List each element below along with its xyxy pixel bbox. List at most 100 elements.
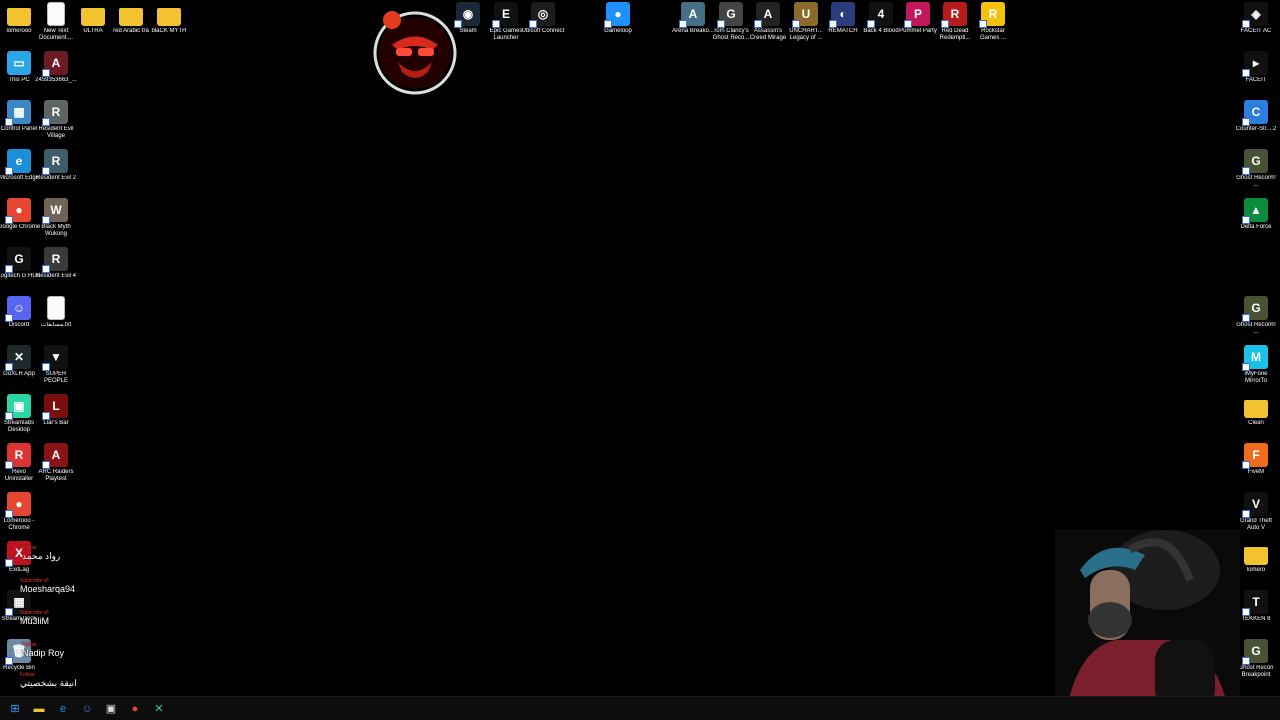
app-icon: R bbox=[5, 443, 31, 469]
desktop-icon-super-people[interactable]: ▼ SUPER PEOPLE bbox=[37, 345, 75, 385]
desktop-icon-label: Counter-Str... 2 bbox=[1235, 126, 1277, 132]
desktop-icon-lomerooo[interactable]: lomerooo bbox=[0, 2, 38, 35]
desktop-icon-label: lomero bbox=[1246, 567, 1266, 573]
desktop-icon-unchart-legacy-of[interactable]: U UNCHART... Legacy of ... bbox=[787, 2, 825, 42]
desktop-icon-pummel-party[interactable]: P Pummel Party bbox=[899, 2, 937, 35]
app-icon: R bbox=[42, 100, 68, 126]
shortcut-arrow-icon bbox=[941, 20, 949, 28]
desktop-icon-assassin-s-creed-mirage[interactable]: A Assassin's Creed Mirage bbox=[749, 2, 787, 42]
desktop-icon-goxlr-app[interactable]: ✕ GoXLR App bbox=[0, 345, 38, 378]
app-icon: V bbox=[1242, 492, 1268, 518]
shortcut-arrow-icon bbox=[42, 363, 50, 371]
desktop-icon-counter-str-2[interactable]: C Counter-Str... 2 bbox=[1235, 100, 1277, 133]
desktop-icon-label: Resident Evil Village bbox=[38, 126, 74, 139]
desktop-icon-ghost-recon-breakpoint[interactable]: G Ghost Recon Breakpoint bbox=[1237, 639, 1275, 679]
folder-icon bbox=[157, 8, 181, 26]
desktop-icon-grand-theft-auto-v[interactable]: V Grand Theft Auto V bbox=[1237, 492, 1275, 532]
desktop-icon-txt[interactable]: مسابقات.txt bbox=[37, 296, 75, 329]
desktop-icon-ultra[interactable]: ULTRA bbox=[74, 2, 112, 35]
app-icon: ▸ bbox=[1242, 51, 1268, 77]
desktop-icon-fivem[interactable]: F FiveM bbox=[1237, 443, 1275, 476]
desktop-icon-black-myth-wukong[interactable]: W Black Myth Wukong bbox=[37, 198, 75, 238]
desktop-icon-label: TEKKEN 8 bbox=[1241, 616, 1271, 622]
app-icon: ● bbox=[5, 198, 31, 224]
desktop-icon-tom-clancy-s-ghost-reco[interactable]: G Tom Clancy's Ghost Reco... bbox=[712, 2, 750, 42]
app-icon: W bbox=[42, 198, 68, 224]
desktop-icon-red-arabic-tra[interactable]: red Arabic tra bbox=[112, 2, 150, 35]
desktop-icon-faceit-ac[interactable]: ◈ FACEIT AC bbox=[1237, 2, 1275, 35]
desktop-icon-label: 2459353663_... bbox=[35, 77, 77, 83]
desktop-icon-lomerooo-chrome[interactable]: ● Lomerooo - Chrome bbox=[0, 492, 38, 532]
desktop-icon-epic-games-launcher[interactable]: E Epic Games Launcher bbox=[487, 2, 525, 42]
desktop-icon-label: Ghost Recon® ... bbox=[1236, 175, 1276, 188]
desktop-icon-black-myth[interactable]: blaCK MYTH bbox=[150, 2, 188, 35]
desktop-icon-label: Resident Evil 4 bbox=[35, 273, 77, 279]
shortcut-arrow-icon bbox=[5, 608, 13, 616]
shortcut-arrow-icon bbox=[904, 20, 912, 28]
desktop-icon-2459353663[interactable]: A 2459353663_... bbox=[35, 51, 77, 84]
app-icon: A bbox=[754, 2, 780, 28]
store-button[interactable]: ▣ bbox=[102, 700, 120, 718]
desktop-icon-microsoft-edge[interactable]: e Microsoft Edge bbox=[0, 149, 39, 182]
desktop-icon-faceit[interactable]: ▸ FACEIT bbox=[1237, 51, 1275, 84]
desktop-icon-delta-force[interactable]: ▲ Delta Force bbox=[1237, 198, 1275, 231]
discord-button[interactable]: ☺ bbox=[78, 700, 96, 718]
desktop-icon-lomero[interactable]: lomero bbox=[1237, 541, 1275, 574]
desktop-icon-ubisoft-connect[interactable]: ◎ Ubisoft Connect bbox=[522, 2, 564, 35]
shortcut-arrow-icon bbox=[1242, 461, 1250, 469]
desktop-icon-clean[interactable]: Clean bbox=[1237, 394, 1275, 427]
desktop-icon-arc-raiders-playtest[interactable]: A ARC Raiders Playtest bbox=[37, 443, 75, 483]
edge-button[interactable]: e bbox=[54, 700, 72, 718]
desktop-icon-rockstar-games[interactable]: R Rockstar Games ... bbox=[974, 2, 1012, 42]
desktop-icon-ghost-recon[interactable]: G Ghost Recon® ... bbox=[1236, 149, 1276, 189]
desktop-icon-resident-evil-2[interactable]: R Resident Evil 2 bbox=[36, 149, 76, 182]
desktop-icon-label: Ghost Recon Breakpoint bbox=[1238, 665, 1274, 678]
desktop-icon-red-dead-redempti[interactable]: R Red Dead Redempti... bbox=[936, 2, 974, 42]
desktop-icon-arena-breako[interactable]: A Arena Breako... bbox=[672, 2, 714, 35]
desktop-icon-logitech-g-hub[interactable]: G Logitech G HUB bbox=[0, 247, 41, 280]
goxlr-button[interactable]: ✕ bbox=[150, 700, 168, 718]
app-icon: R bbox=[42, 247, 68, 273]
desktop-icon-control-panel[interactable]: ▦ Control Panel bbox=[0, 100, 38, 133]
desktop-icon-revo-uninstaller[interactable]: R Revo Uninstaller bbox=[0, 443, 38, 483]
shortcut-arrow-icon bbox=[792, 20, 800, 28]
folder-icon bbox=[1244, 547, 1268, 565]
shortcut-arrow-icon bbox=[1242, 167, 1250, 175]
desktop-icon-new-text-document[interactable]: New Text Document.... bbox=[37, 2, 75, 42]
shortcut-arrow-icon bbox=[679, 20, 687, 28]
app-icon: A bbox=[679, 2, 705, 28]
shortcut-arrow-icon bbox=[5, 412, 13, 420]
desktop-icon-tekken-8[interactable]: T TEKKEN 8 bbox=[1237, 590, 1275, 623]
desktop-icon-gameloop[interactable]: ● Gameloop bbox=[599, 2, 637, 35]
shortcut-arrow-icon bbox=[5, 510, 13, 518]
desktop-icon-resident-evil-village[interactable]: R Resident Evil Village bbox=[37, 100, 75, 140]
app-icon: R bbox=[979, 2, 1005, 28]
shortcut-arrow-icon bbox=[1242, 216, 1250, 224]
app-icon: G bbox=[717, 2, 743, 28]
desktop-icon-label: ExitLag bbox=[8, 567, 29, 573]
desktop-icon-streamlabs-desktop[interactable]: ▣ Streamlabs Desktop bbox=[0, 394, 38, 434]
file-explorer-button[interactable]: ▬ bbox=[30, 700, 48, 718]
app-icon: ▼ bbox=[42, 345, 68, 371]
desktop-icon-back-4-blood[interactable]: 4 Back 4 Blood bbox=[862, 2, 900, 35]
desktop-icon-ghost-recon[interactable]: G Ghost Recon® ... bbox=[1236, 296, 1276, 336]
desktop-icon-discord[interactable]: ☺ Discord bbox=[0, 296, 38, 329]
app-icon: A bbox=[42, 443, 68, 469]
chrome-button[interactable]: ● bbox=[126, 700, 144, 718]
desktop-icon-resident-evil-4[interactable]: R Resident Evil 4 bbox=[35, 247, 77, 280]
app-icon: ◎ bbox=[529, 2, 555, 28]
desktop-icon-liar-s-bar[interactable]: L Liar's Bar bbox=[37, 394, 75, 427]
folder-icon bbox=[119, 8, 143, 26]
shortcut-arrow-icon bbox=[867, 20, 875, 28]
desktop-icon-this-pc[interactable]: ▭ This PC bbox=[0, 51, 38, 84]
shortcut-arrow-icon bbox=[42, 118, 50, 126]
desktop-icon-rematch[interactable]: ◐ REMATCH bbox=[824, 2, 862, 35]
desktop-icon-google-chrome[interactable]: ● Google Chrome bbox=[0, 198, 40, 231]
chat-message: Follow انيقة بشخصيتي bbox=[20, 672, 77, 689]
shortcut-arrow-icon bbox=[1242, 20, 1250, 28]
shortcut-arrow-icon bbox=[42, 69, 50, 77]
desktop-icon-label: FiveM bbox=[1247, 469, 1265, 475]
desktop-icon-imyfone-mirrorto[interactable]: MiMyFone MirrorTo bbox=[1237, 345, 1275, 385]
shortcut-arrow-icon bbox=[754, 20, 762, 28]
start-button[interactable]: ⊞ bbox=[6, 700, 24, 718]
